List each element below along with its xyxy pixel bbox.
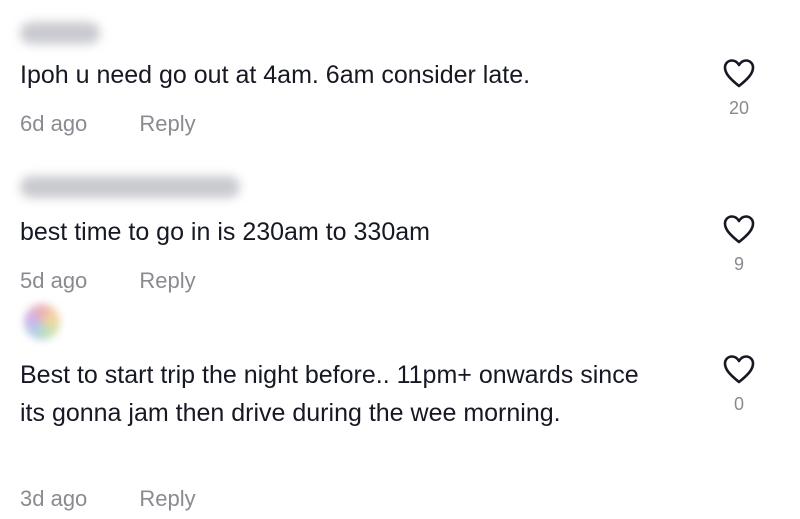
comment-item: Best to start trip the night before.. 11… [0, 0, 800, 519]
heart-outline-icon[interactable] [723, 354, 755, 384]
comment-text: Best to start trip the night before.. 11… [20, 361, 639, 427]
reply-button[interactable]: Reply [139, 486, 195, 512]
avatar[interactable] [24, 304, 60, 340]
like-control[interactable]: 0 [718, 354, 760, 415]
comment-meta: 3d ago Reply [20, 486, 196, 512]
comment-age: 3d ago [20, 486, 88, 511]
like-count: 0 [733, 394, 744, 414]
